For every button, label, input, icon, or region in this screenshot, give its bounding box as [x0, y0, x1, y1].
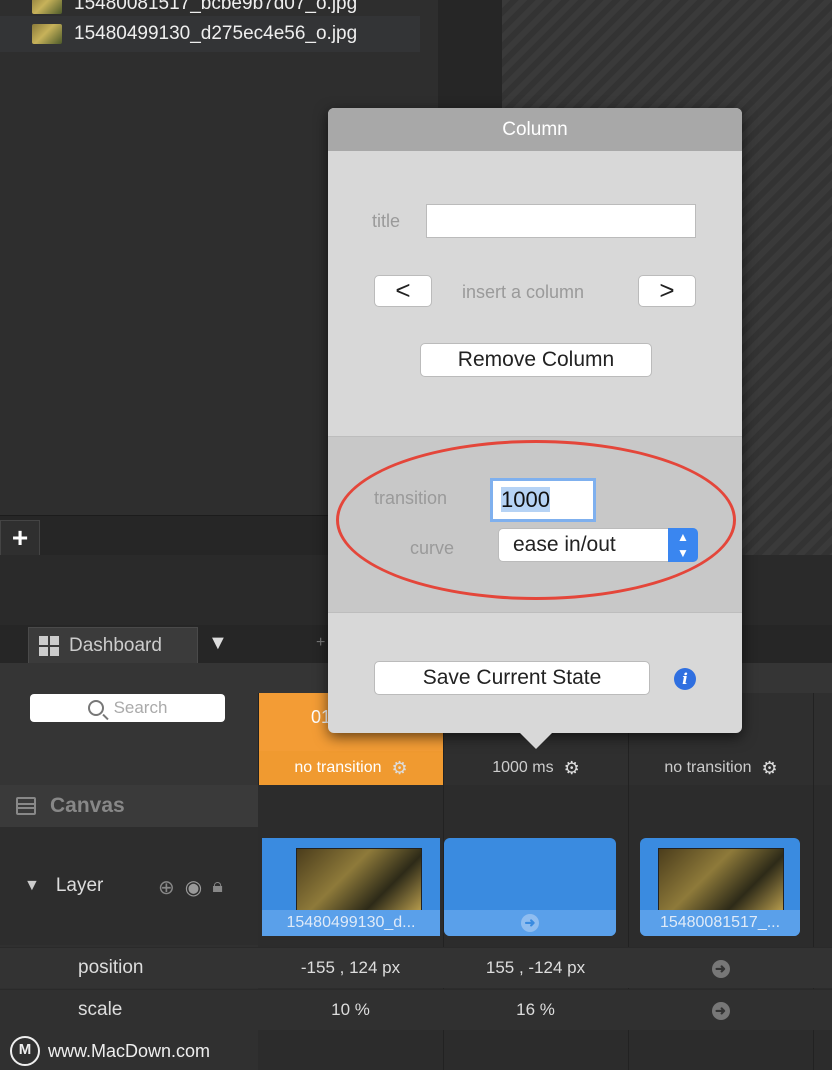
- add-media-button[interactable]: +: [0, 520, 40, 556]
- cell-caption: 15480081517_...: [640, 910, 800, 936]
- info-icon[interactable]: i: [674, 668, 696, 690]
- arrow-right-icon[interactable]: ➜: [628, 958, 813, 978]
- image-thumbnail: [32, 0, 62, 14]
- plus-icon: +: [11, 522, 29, 553]
- watermark: M www.MacDown.com: [10, 1036, 210, 1066]
- table-cell[interactable]: 155 , -124 px: [443, 958, 628, 978]
- popover-caret: [520, 733, 552, 749]
- arrow-right-icon: ➜: [444, 910, 616, 936]
- watermark-text: www.MacDown.com: [48, 1040, 211, 1061]
- layers-icon: [14, 797, 36, 815]
- layer-label: Layer: [55, 875, 104, 896]
- column-transition[interactable]: no transition ⚙: [259, 751, 443, 785]
- image-thumbnail: [32, 24, 62, 44]
- save-current-state-button[interactable]: Save Current State: [374, 661, 650, 695]
- add-tab-icon[interactable]: +: [316, 634, 325, 652]
- search-icon: [87, 700, 104, 716]
- annotation-ellipse: [336, 440, 736, 600]
- arrow-right-icon[interactable]: ➜: [628, 1000, 813, 1020]
- gear-icon[interactable]: ⚙: [762, 758, 778, 779]
- insert-column-label: insert a column: [462, 282, 585, 302]
- eye-icon[interactable]: ◉: [185, 875, 202, 900]
- search-input[interactable]: Search: [30, 694, 225, 722]
- table-cell[interactable]: 16 %: [443, 1000, 628, 1020]
- layer-state-cell[interactable]: 15480081517_...: [640, 838, 800, 936]
- insert-column-after-button[interactable]: >: [638, 275, 696, 307]
- image-thumbnail: [296, 848, 422, 912]
- column-transition[interactable]: 1000 ms ⚙: [444, 751, 628, 785]
- property-label: position: [78, 957, 144, 978]
- transition-text: no transition: [664, 759, 752, 776]
- tab-dropdown-icon[interactable]: ▼: [208, 632, 228, 655]
- layer-tools: ⊕ ◉ 🔒︎: [158, 875, 223, 900]
- transition-text: 1000 ms: [492, 759, 554, 776]
- insert-column-before-button[interactable]: <: [374, 275, 432, 307]
- transition-text: no transition: [294, 759, 382, 776]
- image-thumbnail: [658, 848, 784, 912]
- title-label: title: [372, 211, 401, 231]
- canvas-label: Canvas: [50, 794, 125, 817]
- add-circle-icon[interactable]: ⊕: [158, 875, 175, 900]
- table-cell[interactable]: -155 , 124 px: [258, 958, 443, 978]
- table-cell[interactable]: 10 %: [258, 1000, 443, 1020]
- title-input[interactable]: [426, 204, 696, 238]
- table-row[interactable]: scale 10 % 16 % ➜: [0, 989, 832, 1030]
- column-header: [813, 693, 832, 785]
- file-name: 15480499130_d275ec4e56_o.jpg: [74, 23, 358, 44]
- gear-icon[interactable]: ⚙: [564, 758, 580, 779]
- gear-icon[interactable]: ⚙: [392, 758, 408, 779]
- layer-state-cell[interactable]: 15480499130_d...: [262, 838, 440, 936]
- canvas-row[interactable]: Canvas: [0, 785, 258, 828]
- media-file-row[interactable]: 15480499130_d275ec4e56_o.jpg: [0, 16, 420, 52]
- tab-dashboard[interactable]: Dashboard: [28, 627, 198, 664]
- search-placeholder: Search: [113, 698, 168, 717]
- tab-label: Dashboard: [69, 635, 162, 656]
- file-name: 15480081517_bcbe9b7d07_o.jpg: [74, 0, 358, 14]
- table-row[interactable]: position -155 , 124 px 155 , -124 px ➜: [0, 947, 832, 988]
- layer-state-cell[interactable]: ➜: [444, 838, 616, 936]
- macdown-logo-icon: M: [10, 1036, 40, 1066]
- lock-icon[interactable]: 🔒︎: [212, 875, 223, 900]
- cell-caption: 15480499130_d...: [262, 910, 440, 936]
- remove-column-button[interactable]: Remove Column: [420, 343, 652, 377]
- disclosure-triangle-icon[interactable]: ▼: [24, 877, 40, 895]
- column-transition[interactable]: no transition ⚙: [629, 751, 813, 785]
- grid-icon: [39, 636, 59, 656]
- property-label: scale: [78, 999, 123, 1020]
- popover-title: Column: [328, 108, 742, 151]
- column-popover: Column title < insert a column > Remove …: [328, 108, 742, 749]
